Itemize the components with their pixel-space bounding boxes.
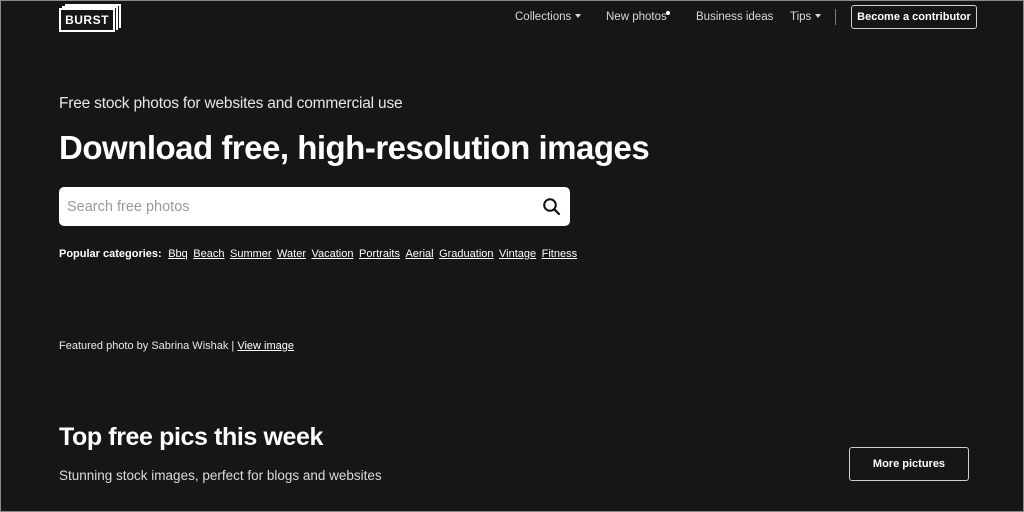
burst-logo[interactable]: BURST [59, 4, 121, 32]
category-link-bbq[interactable]: Bbq [168, 248, 188, 260]
featured-credit-text: Featured photo by Sabrina Wishak | [59, 340, 238, 352]
nav-collections[interactable]: Collections [515, 11, 582, 23]
category-link-vintage[interactable]: Vintage [499, 248, 536, 260]
nav-new-photos-label: New photos [606, 11, 667, 23]
section-subtitle: Stunning stock images, perfect for blogs… [59, 468, 382, 483]
popular-categories: Popular categories: Bbq Beach Summer Wat… [59, 248, 577, 260]
search-bar [59, 187, 570, 226]
category-link-beach[interactable]: Beach [193, 248, 224, 260]
nav-tips[interactable]: Tips [790, 11, 822, 23]
view-image-link[interactable]: View image [237, 340, 294, 352]
page-title: Download free, high-resolution images [59, 129, 650, 166]
chevron-down-icon [815, 13, 822, 18]
section-title: Top free pics this week [59, 423, 324, 451]
category-link-graduation[interactable]: Graduation [439, 248, 493, 260]
categories-label: Popular categories: [59, 248, 162, 260]
more-pictures-button[interactable]: More pictures [849, 447, 969, 481]
category-link-vacation[interactable]: Vacation [311, 248, 353, 260]
nav-collections-label: Collections [515, 11, 572, 23]
category-link-portraits[interactable]: Portraits [359, 248, 400, 260]
category-link-aerial[interactable]: Aerial [405, 248, 433, 260]
new-indicator-dot [666, 11, 670, 15]
nav-divider [835, 9, 836, 25]
category-link-water[interactable]: Water [277, 248, 306, 260]
featured-photo-credit: Featured photo by Sabrina Wishak | View … [59, 340, 294, 352]
search-icon[interactable] [542, 197, 562, 217]
become-contributor-button[interactable]: Become a contributor [851, 5, 977, 29]
nav-new-photos[interactable]: New photos [606, 11, 667, 23]
nav-business-ideas-label: Business ideas [696, 11, 774, 23]
chevron-down-icon [575, 13, 582, 18]
hero-tagline: Free stock photos for websites and comme… [59, 95, 403, 112]
category-link-summer[interactable]: Summer [230, 248, 272, 260]
nav-business-ideas[interactable]: Business ideas [696, 11, 773, 23]
logo-text: BURST [59, 8, 115, 32]
search-input[interactable] [59, 187, 529, 226]
nav-tips-label: Tips [790, 11, 812, 23]
category-link-fitness[interactable]: Fitness [542, 248, 577, 260]
page-frame: BURST Collections New photos Business id… [0, 0, 1024, 512]
